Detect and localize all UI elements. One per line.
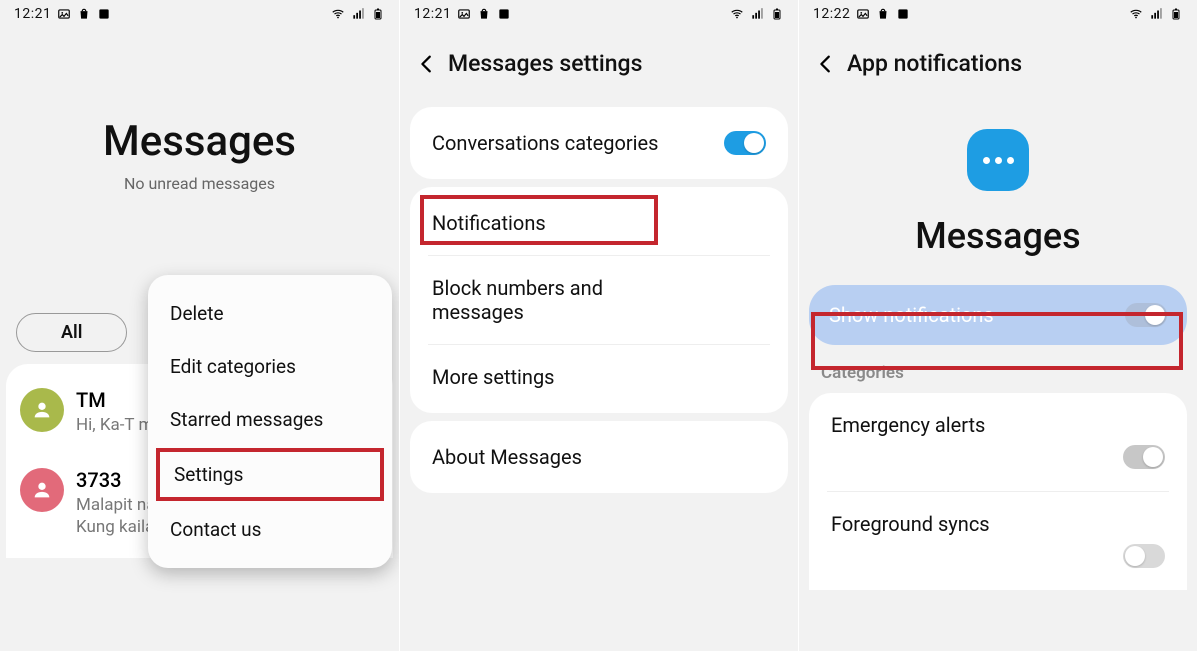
overflow-menu: Delete Edit categories Starred messages …	[148, 275, 392, 568]
panel-app-notifications: 12:22 App notifications Messages	[798, 0, 1197, 651]
messages-app-icon	[967, 129, 1029, 191]
category-label: Emergency alerts	[831, 413, 1165, 437]
setting-label: Block numbers and messages	[432, 276, 692, 324]
setting-more[interactable]: More settings	[410, 345, 788, 409]
status-bar: 12:21	[400, 0, 798, 22]
bag-icon	[876, 7, 890, 21]
setting-label: Conversations categories	[432, 131, 658, 155]
tab-all[interactable]: All	[16, 313, 127, 352]
setting-conversation-categories[interactable]: Conversations categories	[410, 111, 788, 175]
menu-delete[interactable]: Delete	[148, 287, 392, 340]
bag-icon	[77, 7, 91, 21]
setting-block-numbers[interactable]: Block numbers and messages	[410, 256, 788, 344]
image-icon	[457, 7, 471, 21]
status-time: 12:21	[414, 6, 451, 22]
clock-icon	[97, 7, 111, 21]
category-emergency-alerts[interactable]: Emergency alerts	[809, 393, 1187, 491]
clock-icon	[896, 7, 910, 21]
menu-settings[interactable]: Settings	[156, 448, 384, 501]
screen-title: App notifications	[847, 50, 1022, 77]
page-title: Messages	[0, 117, 399, 166]
highlight-show-notifications	[811, 312, 1183, 370]
panel-messages-list: 12:21 Messages No unread messages All	[0, 0, 399, 651]
category-label: Foreground syncs	[831, 512, 1165, 536]
highlight-notifications	[420, 195, 658, 245]
menu-starred[interactable]: Starred messages	[148, 393, 392, 446]
battery-icon	[770, 7, 784, 21]
back-icon[interactable]	[416, 53, 438, 75]
signal-icon	[1149, 7, 1163, 21]
setting-label: About Messages	[432, 445, 582, 469]
clock-icon	[497, 7, 511, 21]
bag-icon	[477, 7, 491, 21]
image-icon	[856, 7, 870, 21]
app-name: Messages	[799, 215, 1197, 257]
setting-about[interactable]: About Messages	[410, 425, 788, 489]
setting-label: More settings	[432, 365, 555, 389]
back-icon[interactable]	[815, 53, 837, 75]
menu-contact-us[interactable]: Contact us	[148, 503, 392, 556]
panel-messages-settings: 12:21 Messages settings Conversations ca…	[399, 0, 798, 651]
status-bar: 12:21	[0, 0, 399, 22]
signal-icon	[750, 7, 764, 21]
menu-edit-categories[interactable]: Edit categories	[148, 340, 392, 393]
image-icon	[57, 7, 71, 21]
toggle-foreground[interactable]	[1123, 544, 1165, 568]
screen-title: Messages settings	[448, 50, 642, 77]
avatar	[20, 388, 64, 432]
status-time: 12:21	[14, 6, 51, 22]
wifi-icon	[331, 7, 345, 21]
toggle-on[interactable]	[724, 131, 766, 155]
battery-icon	[371, 7, 385, 21]
category-foreground-syncs[interactable]: Foreground syncs	[809, 492, 1187, 590]
page-subtitle: No unread messages	[0, 174, 399, 193]
battery-icon	[1169, 7, 1183, 21]
wifi-icon	[730, 7, 744, 21]
avatar	[20, 468, 64, 512]
status-time: 12:22	[813, 6, 850, 22]
wifi-icon	[1129, 7, 1143, 21]
toggle-emergency[interactable]	[1123, 445, 1165, 469]
signal-icon	[351, 7, 365, 21]
status-bar: 12:22	[799, 0, 1197, 22]
